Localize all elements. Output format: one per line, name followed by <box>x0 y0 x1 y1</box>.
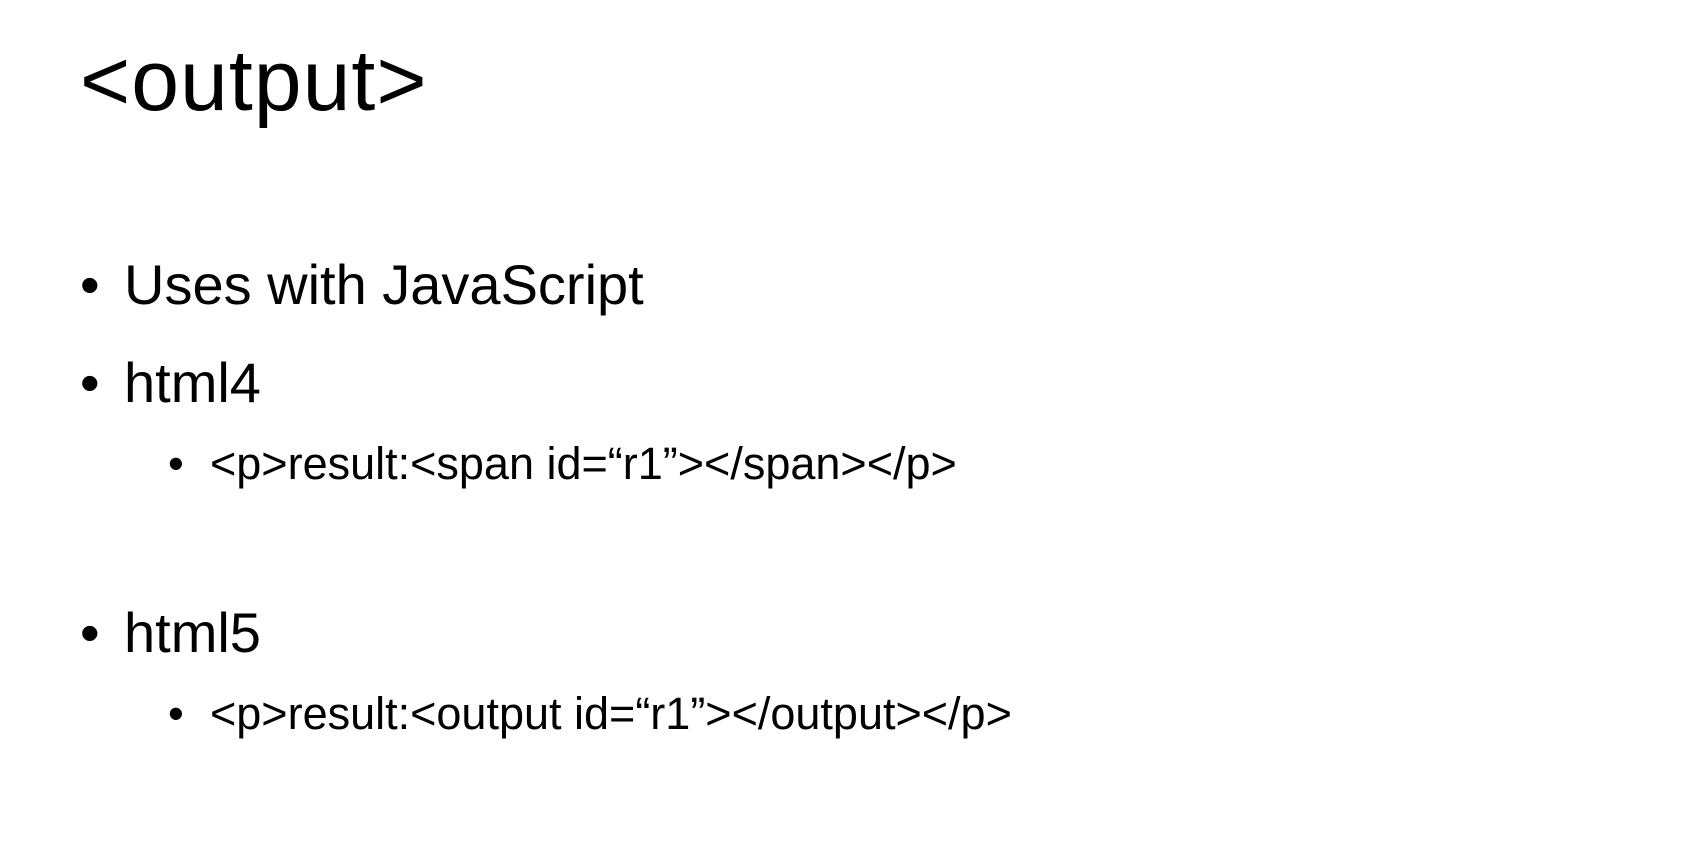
bullet-item-html4: • html4 <box>80 350 261 415</box>
bullet-icon: • <box>168 688 184 739</box>
bullet-text: html5 <box>124 601 261 664</box>
bullet-icon: • <box>80 253 100 316</box>
bullet-icon: • <box>168 438 184 489</box>
code-example-text: <p>result:<span id=“r1”></span></p> <box>210 438 957 489</box>
bullet-icon: • <box>80 351 100 414</box>
sub-bullet-item-html4-code: • <p>result:<span id=“r1”></span></p> <box>168 438 957 490</box>
bullet-icon: • <box>80 601 100 664</box>
slide: <output> • Uses with JavaScript • html4 … <box>0 0 1698 854</box>
code-example-text: <p>result:<output id=“r1”></output></p> <box>210 688 1012 739</box>
bullet-item-uses-with-javascript: • Uses with JavaScript <box>80 252 644 317</box>
slide-title: <output> <box>80 33 428 129</box>
bullet-text: Uses with JavaScript <box>124 253 644 316</box>
bullet-item-html5: • html5 <box>80 600 261 665</box>
sub-bullet-item-html5-code: • <p>result:<output id=“r1”></output></p… <box>168 688 1012 740</box>
bullet-text: html4 <box>124 351 261 414</box>
